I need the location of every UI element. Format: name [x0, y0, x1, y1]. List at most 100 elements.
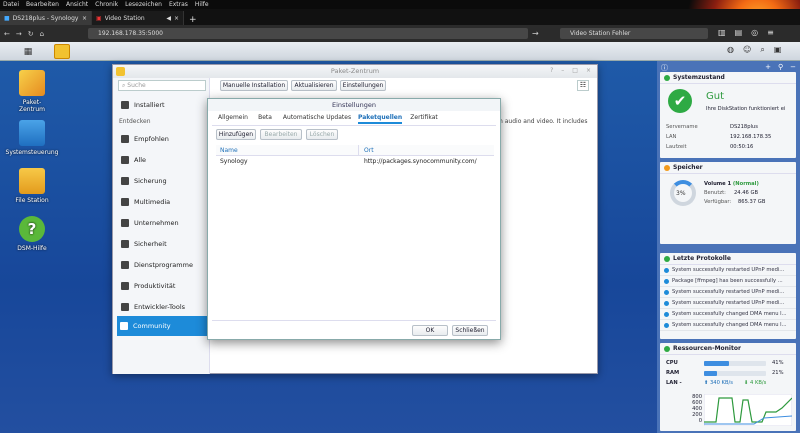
menu-item-datei[interactable]: Datei: [3, 0, 19, 9]
tab-zertifikat[interactable]: Zertifikat: [406, 112, 442, 124]
tab-automatische-updates[interactable]: Automatische Updates: [280, 112, 354, 124]
tab-allgemein[interactable]: Allgemein: [216, 112, 250, 124]
sidebar-item-entwickler-tools[interactable]: Entwickler-Tools: [118, 298, 206, 315]
menu-item-hilfe[interactable]: Hilfe: [195, 0, 209, 9]
lan-label[interactable]: LAN -: [666, 380, 682, 386]
sidebar-item-dienstprogramme[interactable]: Dienstprogramme: [118, 256, 206, 273]
description-text: m audio and video. It includes: [497, 118, 588, 125]
log-row[interactable]: Package [ffmpeg] has been successfully .…: [660, 276, 796, 287]
maximize-icon[interactable]: □: [572, 67, 578, 74]
view-toggle-icon[interactable]: ☷: [577, 80, 589, 91]
arrow-right-icon[interactable]: →: [532, 29, 539, 38]
minimize-icon[interactable]: –: [561, 67, 564, 74]
library-icon[interactable]: ▥: [718, 28, 726, 37]
widgets-icon[interactable]: ▣: [774, 45, 782, 55]
pin-icon[interactable]: ⚲: [778, 63, 783, 71]
log-row[interactable]: System successfully restarted UPnP medi.…: [660, 298, 796, 309]
tab-video-station[interactable]: ▣ Video Station ◀ ×: [92, 11, 184, 25]
community-icon: [120, 322, 128, 330]
sidebar-item-unternehmen[interactable]: Unternehmen: [118, 214, 206, 231]
menu-icon[interactable]: ≡: [767, 28, 774, 37]
sidebar-item-community[interactable]: Community: [117, 316, 209, 336]
chat-icon[interactable]: ◍: [727, 45, 734, 55]
panel-controls: + ⚲ −: [765, 63, 796, 71]
sidebar-item-label: Entwickler-Tools: [134, 302, 186, 311]
y-axis-ticks: 800 600 400 200 0: [692, 394, 702, 424]
reload-icon[interactable]: ↻: [28, 30, 34, 38]
ok-button[interactable]: OK: [412, 325, 448, 336]
sidebar-item-label: Sicherung: [134, 176, 167, 185]
sidebar-item-sicherung[interactable]: Sicherung: [118, 172, 206, 189]
cpu-value: 41%: [772, 360, 784, 366]
desktop-icon-file-station[interactable]: File Station: [2, 168, 62, 204]
sidebar-item-sicherheit[interactable]: Sicherheit: [118, 235, 206, 252]
search-input[interactable]: Video Station Fehler: [560, 28, 708, 39]
desktop-icon-control-panel[interactable]: Systemsteuerung: [2, 120, 62, 156]
sidebar-item-installed[interactable]: Installiert: [118, 96, 206, 113]
health-icon: [664, 74, 670, 81]
menu-item-chronik[interactable]: Chronik: [95, 0, 118, 9]
sidebar-item-alle[interactable]: Alle: [118, 151, 206, 168]
settings-button[interactable]: Einstellungen: [340, 80, 386, 91]
user-icon[interactable]: ☺: [743, 45, 751, 55]
menu-item-bearbeiten[interactable]: Bearbeiten: [26, 0, 59, 9]
desktop-icon-package-center[interactable]: Paket- Zentrum: [2, 70, 62, 113]
close-icon[interactable]: ×: [586, 67, 591, 74]
close-button[interactable]: Schließen: [452, 325, 488, 336]
log-text: System successfully restarted UPnP medi.…: [672, 267, 785, 273]
log-row[interactable]: System successfully restarted UPnP medi.…: [660, 287, 796, 298]
sidebar-icon[interactable]: ▤: [735, 28, 743, 37]
log-row[interactable]: System successfully changed DMA menu l..…: [660, 309, 796, 320]
mute-icon[interactable]: ◀: [166, 15, 171, 22]
lan-download: ⬇ 4 KB/s: [744, 380, 766, 386]
cpu-bar: [704, 361, 766, 366]
menu-item-extras[interactable]: Extras: [169, 0, 188, 9]
refresh-button[interactable]: Aktualisieren: [291, 80, 337, 91]
log-row[interactable]: System successfully changed DMA menu l..…: [660, 320, 796, 331]
sidebar-item-label: Alle: [134, 155, 147, 164]
log-row[interactable]: System successfully restarted UPnP medi.…: [660, 265, 796, 276]
back-icon[interactable]: ←: [4, 30, 10, 38]
column-divider: [358, 145, 359, 156]
main-menu-icon[interactable]: ▦: [20, 44, 36, 59]
close-icon[interactable]: ×: [174, 15, 179, 22]
home-icon[interactable]: ⌂: [40, 30, 44, 38]
sidebar-item-produktivitaet[interactable]: Produktivität: [118, 277, 206, 294]
edit-button[interactable]: Bearbeiten: [260, 129, 302, 140]
column-name[interactable]: Name: [220, 147, 238, 154]
grid-icon: [121, 155, 129, 164]
sidebar-item-multimedia[interactable]: Multimedia: [118, 193, 206, 210]
widget-storage: Speicher 3% Volume 1 (Normal) Benutzt: 2…: [660, 162, 796, 244]
extension-icon[interactable]: ◎: [751, 28, 758, 37]
new-tab-button[interactable]: +: [184, 15, 202, 25]
cell-name: Synology: [220, 158, 248, 165]
tab-dsm[interactable]: ■ DS218plus - Synology DiskStati ×: [0, 11, 92, 25]
search-icon[interactable]: ⌕: [760, 45, 764, 55]
tab-beta[interactable]: Beta: [254, 112, 276, 124]
widget-title: Speicher: [673, 164, 703, 171]
url-bar[interactable]: 192.168.178.35:5000: [88, 28, 528, 39]
menu-item-lesezeichen[interactable]: Lesezeichen: [125, 0, 162, 9]
forward-icon[interactable]: →: [16, 30, 22, 38]
search-field[interactable]: ⌕ Suche: [118, 80, 206, 91]
manual-install-button[interactable]: Manuelle Installation: [220, 80, 288, 91]
add-button[interactable]: Hinzufügen: [216, 129, 256, 140]
log-text: System successfully restarted UPnP medi.…: [672, 289, 785, 295]
sidebar-item-label: Installiert: [134, 100, 165, 109]
tab-paketquellen[interactable]: Paketquellen: [358, 112, 402, 124]
log-text: System successfully changed DMA menu l..…: [672, 322, 787, 328]
close-icon[interactable]: ×: [82, 15, 87, 22]
column-location[interactable]: Ort: [364, 147, 374, 154]
menu-item-ansicht[interactable]: Ansicht: [66, 0, 88, 9]
sidebar-item-empfohlen[interactable]: Empfohlen: [118, 130, 206, 147]
package-center-task-icon[interactable]: [54, 44, 70, 59]
desktop-icon-dsm-help[interactable]: ? DSM-Hilfe: [2, 216, 62, 252]
help-icon[interactable]: ?: [550, 67, 553, 74]
logs-icon: [664, 255, 670, 262]
collapse-icon[interactable]: −: [790, 63, 796, 71]
volume-name: Volume 1 (Normal): [704, 181, 759, 187]
add-icon[interactable]: +: [765, 63, 771, 71]
desktop-icon-label: File Station: [15, 197, 49, 204]
table-row[interactable]: Synology http://packages.synocommunity.c…: [216, 156, 494, 167]
delete-button[interactable]: Löschen: [306, 129, 338, 140]
